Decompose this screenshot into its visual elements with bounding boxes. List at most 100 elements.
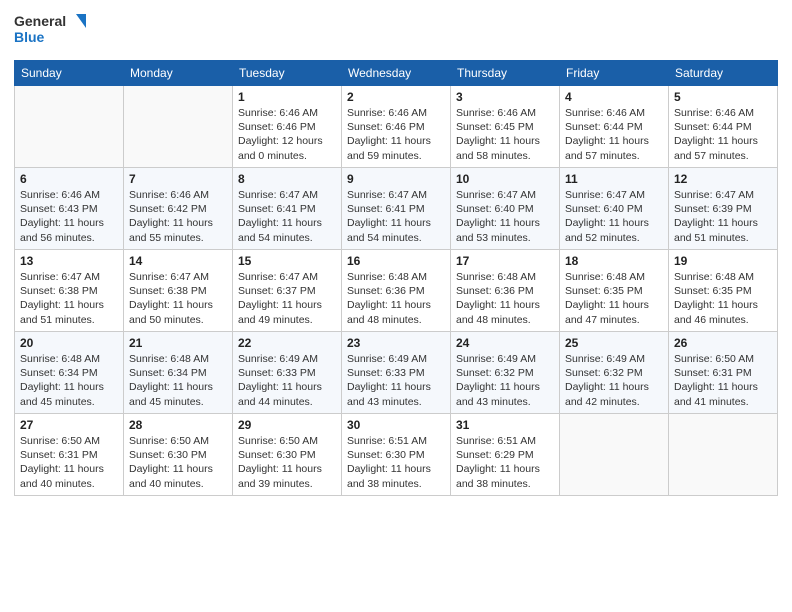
day-info: Sunrise: 6:47 AM Sunset: 6:40 PM Dayligh… [456, 188, 554, 245]
day-number: 16 [347, 254, 445, 268]
day-number: 5 [674, 90, 772, 104]
calendar-cell [124, 86, 233, 168]
day-number: 1 [238, 90, 336, 104]
day-number: 22 [238, 336, 336, 350]
weekday-header-sunday: Sunday [15, 61, 124, 86]
day-number: 17 [456, 254, 554, 268]
calendar-cell: 3 Sunrise: 6:46 AM Sunset: 6:45 PM Daylig… [451, 86, 560, 168]
calendar-table: SundayMondayTuesdayWednesdayThursdayFrid… [14, 60, 778, 496]
calendar-cell: 19 Sunrise: 6:48 AM Sunset: 6:35 PM Dayli… [669, 250, 778, 332]
calendar-cell: 11 Sunrise: 6:47 AM Sunset: 6:40 PM Dayli… [560, 168, 669, 250]
day-number: 26 [674, 336, 772, 350]
week-row-3: 13 Sunrise: 6:47 AM Sunset: 6:38 PM Dayli… [15, 250, 778, 332]
day-number: 8 [238, 172, 336, 186]
calendar-cell: 26Sunrise: 6:50 AM Sunset: 6:31 PM Dayli… [669, 332, 778, 414]
day-number: 19 [674, 254, 772, 268]
day-info: Sunrise: 6:50 AM Sunset: 6:31 PM Dayligh… [20, 434, 118, 491]
day-number: 2 [347, 90, 445, 104]
calendar-cell [669, 414, 778, 496]
calendar-cell: 8Sunrise: 6:47 AM Sunset: 6:41 PM Daylig… [233, 168, 342, 250]
day-info: Sunrise: 6:47 AM Sunset: 6:39 PM Dayligh… [674, 188, 772, 245]
day-number: 30 [347, 418, 445, 432]
calendar-cell: 9 Sunrise: 6:47 AM Sunset: 6:41 PM Daylig… [342, 168, 451, 250]
logo-svg: General Blue [14, 10, 94, 52]
day-info: Sunrise: 6:51 AM Sunset: 6:29 PM Dayligh… [456, 434, 554, 491]
calendar-cell: 22 Sunrise: 6:49 AM Sunset: 6:33 PM Dayli… [233, 332, 342, 414]
svg-text:General: General [14, 13, 66, 29]
day-info: Sunrise: 6:46 AM Sunset: 6:46 PM Dayligh… [238, 106, 336, 163]
calendar-cell: 12 Sunrise: 6:47 AM Sunset: 6:39 PM Dayli… [669, 168, 778, 250]
day-number: 25 [565, 336, 663, 350]
calendar-cell: 7 Sunrise: 6:46 AM Sunset: 6:42 PM Daylig… [124, 168, 233, 250]
day-info: Sunrise: 6:50 AM Sunset: 6:30 PM Dayligh… [238, 434, 336, 491]
day-info: Sunrise: 6:50 AM Sunset: 6:30 PM Dayligh… [129, 434, 227, 491]
day-info: Sunrise: 6:46 AM Sunset: 6:44 PM Dayligh… [674, 106, 772, 163]
week-row-4: 20 Sunrise: 6:48 AM Sunset: 6:34 PM Dayli… [15, 332, 778, 414]
day-info: Sunrise: 6:48 AM Sunset: 6:35 PM Dayligh… [565, 270, 663, 327]
calendar-cell [560, 414, 669, 496]
calendar-cell: 17 Sunrise: 6:48 AM Sunset: 6:36 PM Dayli… [451, 250, 560, 332]
weekday-header-row: SundayMondayTuesdayWednesdayThursdayFrid… [15, 61, 778, 86]
day-info: Sunrise: 6:47 AM Sunset: 6:40 PM Dayligh… [565, 188, 663, 245]
day-number: 28 [129, 418, 227, 432]
calendar-cell: 1 Sunrise: 6:46 AM Sunset: 6:46 PM Daylig… [233, 86, 342, 168]
day-number: 23 [347, 336, 445, 350]
weekday-header-thursday: Thursday [451, 61, 560, 86]
day-number: 3 [456, 90, 554, 104]
day-number: 20 [20, 336, 118, 350]
calendar-cell: 29 Sunrise: 6:50 AM Sunset: 6:30 PM Dayli… [233, 414, 342, 496]
day-info: Sunrise: 6:51 AM Sunset: 6:30 PM Dayligh… [347, 434, 445, 491]
logo: General Blue [14, 10, 94, 52]
day-info: Sunrise: 6:48 AM Sunset: 6:34 PM Dayligh… [20, 352, 118, 409]
calendar-cell: 16 Sunrise: 6:48 AM Sunset: 6:36 PM Dayli… [342, 250, 451, 332]
weekday-header-monday: Monday [124, 61, 233, 86]
weekday-header-saturday: Saturday [669, 61, 778, 86]
calendar-cell: 5 Sunrise: 6:46 AM Sunset: 6:44 PM Daylig… [669, 86, 778, 168]
day-number: 7 [129, 172, 227, 186]
calendar-cell: 25 Sunrise: 6:49 AM Sunset: 6:32 PM Dayli… [560, 332, 669, 414]
day-info: Sunrise: 6:48 AM Sunset: 6:36 PM Dayligh… [456, 270, 554, 327]
day-info: Sunrise: 6:46 AM Sunset: 6:42 PM Dayligh… [129, 188, 227, 245]
weekday-header-tuesday: Tuesday [233, 61, 342, 86]
day-number: 4 [565, 90, 663, 104]
day-number: 21 [129, 336, 227, 350]
day-number: 13 [20, 254, 118, 268]
calendar-cell: 27 Sunrise: 6:50 AM Sunset: 6:31 PM Dayli… [15, 414, 124, 496]
weekday-header-wednesday: Wednesday [342, 61, 451, 86]
day-number: 15 [238, 254, 336, 268]
calendar-cell: 20 Sunrise: 6:48 AM Sunset: 6:34 PM Dayli… [15, 332, 124, 414]
calendar-cell: 14Sunrise: 6:47 AM Sunset: 6:38 PM Dayli… [124, 250, 233, 332]
day-info: Sunrise: 6:46 AM Sunset: 6:45 PM Dayligh… [456, 106, 554, 163]
day-info: Sunrise: 6:46 AM Sunset: 6:43 PM Dayligh… [20, 188, 118, 245]
calendar-cell: 2Sunrise: 6:46 AM Sunset: 6:46 PM Daylig… [342, 86, 451, 168]
day-number: 18 [565, 254, 663, 268]
day-info: Sunrise: 6:47 AM Sunset: 6:38 PM Dayligh… [129, 270, 227, 327]
calendar-cell: 28 Sunrise: 6:50 AM Sunset: 6:30 PM Dayli… [124, 414, 233, 496]
day-number: 27 [20, 418, 118, 432]
week-row-1: 1 Sunrise: 6:46 AM Sunset: 6:46 PM Daylig… [15, 86, 778, 168]
day-info: Sunrise: 6:48 AM Sunset: 6:35 PM Dayligh… [674, 270, 772, 327]
calendar-cell [15, 86, 124, 168]
day-info: Sunrise: 6:47 AM Sunset: 6:37 PM Dayligh… [238, 270, 336, 327]
day-number: 29 [238, 418, 336, 432]
calendar-cell: 18 Sunrise: 6:48 AM Sunset: 6:35 PM Dayli… [560, 250, 669, 332]
day-number: 10 [456, 172, 554, 186]
day-info: Sunrise: 6:47 AM Sunset: 6:38 PM Dayligh… [20, 270, 118, 327]
day-info: Sunrise: 6:49 AM Sunset: 6:33 PM Dayligh… [238, 352, 336, 409]
day-number: 11 [565, 172, 663, 186]
calendar-cell: 15 Sunrise: 6:47 AM Sunset: 6:37 PM Dayli… [233, 250, 342, 332]
day-number: 9 [347, 172, 445, 186]
calendar-cell: 21 Sunrise: 6:48 AM Sunset: 6:34 PM Dayli… [124, 332, 233, 414]
calendar-cell: 23Sunrise: 6:49 AM Sunset: 6:33 PM Dayli… [342, 332, 451, 414]
calendar-cell: 10 Sunrise: 6:47 AM Sunset: 6:40 PM Dayli… [451, 168, 560, 250]
day-info: Sunrise: 6:48 AM Sunset: 6:34 PM Dayligh… [129, 352, 227, 409]
day-info: Sunrise: 6:46 AM Sunset: 6:44 PM Dayligh… [565, 106, 663, 163]
day-number: 12 [674, 172, 772, 186]
calendar-cell: 24Sunrise: 6:49 AM Sunset: 6:32 PM Dayli… [451, 332, 560, 414]
weekday-header-friday: Friday [560, 61, 669, 86]
day-info: Sunrise: 6:47 AM Sunset: 6:41 PM Dayligh… [347, 188, 445, 245]
week-row-5: 27 Sunrise: 6:50 AM Sunset: 6:31 PM Dayli… [15, 414, 778, 496]
calendar-cell: 30 Sunrise: 6:51 AM Sunset: 6:30 PM Dayli… [342, 414, 451, 496]
day-info: Sunrise: 6:48 AM Sunset: 6:36 PM Dayligh… [347, 270, 445, 327]
day-info: Sunrise: 6:49 AM Sunset: 6:32 PM Dayligh… [565, 352, 663, 409]
